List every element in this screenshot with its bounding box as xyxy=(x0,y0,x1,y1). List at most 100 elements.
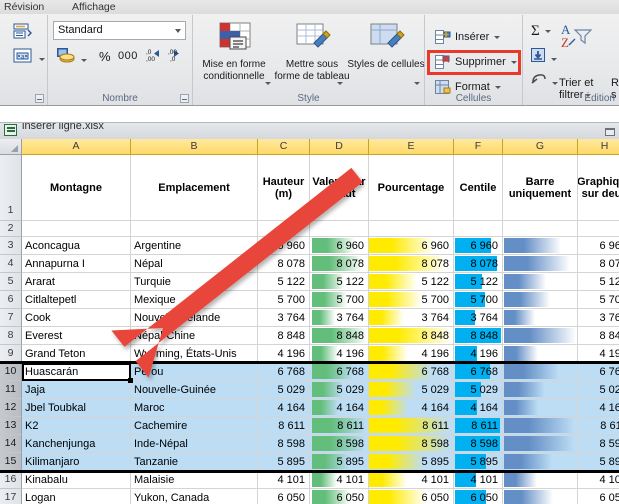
cell-F4[interactable]: 8 078 xyxy=(454,255,503,273)
cell-H2[interactable] xyxy=(578,221,619,237)
cell-G13[interactable] xyxy=(503,417,578,435)
autosum-button[interactable]: Σ xyxy=(531,23,552,40)
cell-H12[interactable]: 4 164 xyxy=(578,399,619,417)
cell-A16[interactable]: Kinabalu xyxy=(22,471,131,489)
number-format-chevron-down-icon[interactable] xyxy=(175,29,181,33)
autosum-chevron-down-icon[interactable] xyxy=(545,30,552,34)
cell-F12[interactable]: 4 164 xyxy=(454,399,503,417)
spreadsheet-grid[interactable]: ABCDEFGHI 123456789101112131415161718 Mo… xyxy=(0,139,619,504)
cell-B2[interactable] xyxy=(131,221,258,237)
cell-A12[interactable]: Jbel Toubkal xyxy=(22,399,131,417)
cell-D15[interactable]: 5 895 xyxy=(310,453,369,471)
row-header-15[interactable]: 15 xyxy=(0,453,22,471)
format-chevron-down-icon[interactable] xyxy=(494,85,501,89)
cell-H10[interactable]: 6 768 xyxy=(578,363,619,381)
row-header-6[interactable]: 6 xyxy=(0,291,22,309)
cell-H14[interactable]: 8 598 xyxy=(578,435,619,453)
row-header-4[interactable]: 4 xyxy=(0,255,22,273)
row-header-8[interactable]: 8 xyxy=(0,327,22,345)
cell-E13[interactable]: 8 611 xyxy=(369,417,454,435)
cell-D3[interactable]: 6 960 xyxy=(310,237,369,255)
cell-G3[interactable] xyxy=(503,237,578,255)
accounting-chevron-down-icon[interactable] xyxy=(81,59,88,63)
cell-F11[interactable]: 5 029 xyxy=(454,381,503,399)
cell-D4[interactable]: 8 078 xyxy=(310,255,369,273)
cell-B17[interactable]: Yukon, Canada xyxy=(131,489,258,504)
comma-style-button[interactable]: 000 xyxy=(118,50,138,62)
cell-C3[interactable]: 6 960 xyxy=(258,237,310,255)
cell-E16[interactable]: 4 101 xyxy=(369,471,454,489)
cell-D16[interactable]: 4 101 xyxy=(310,471,369,489)
cell-C6[interactable]: 5 700 xyxy=(258,291,310,309)
cell-G15[interactable] xyxy=(503,453,578,471)
cell-D17[interactable]: 6 050 xyxy=(310,489,369,504)
row-header-5[interactable]: 5 xyxy=(0,273,22,291)
cell-F17[interactable]: 6 050 xyxy=(454,489,503,504)
cell-C11[interactable]: 5 029 xyxy=(258,381,310,399)
cell-G2[interactable] xyxy=(503,221,578,237)
cell-E10[interactable]: 6 768 xyxy=(369,363,454,381)
insert-button[interactable]: Insérer xyxy=(433,27,517,48)
cell-E5[interactable]: 5 122 xyxy=(369,273,454,291)
cell-A5[interactable]: Ararat xyxy=(22,273,131,291)
cell-F10[interactable]: 6 768 xyxy=(454,363,503,381)
cell-C10[interactable]: 6 768 xyxy=(258,363,310,381)
row-header-14[interactable]: 14 xyxy=(0,435,22,453)
cell-H3[interactable]: 6 960 xyxy=(578,237,619,255)
merge-cells-icon[interactable]: a xyxy=(13,48,46,69)
cell-A6[interactable]: Citlaltepetl xyxy=(22,291,131,309)
cell-A15[interactable]: Kilimanjaro xyxy=(22,453,131,471)
cell-A13[interactable]: K2 xyxy=(22,417,131,435)
cell-G8[interactable] xyxy=(503,327,578,345)
cell-D10[interactable]: 6 768 xyxy=(310,363,369,381)
cell-G11[interactable] xyxy=(503,381,578,399)
cell-H17[interactable]: 6 050 xyxy=(578,489,619,504)
row-header-1[interactable]: 1 xyxy=(0,155,22,221)
cell-B15[interactable]: Tanzanie xyxy=(131,453,258,471)
number-dialog-launcher[interactable] xyxy=(180,94,189,103)
clear-chevron-down-icon[interactable] xyxy=(552,81,559,85)
cell-B6[interactable]: Mexique xyxy=(131,291,258,309)
cell-A4[interactable]: Annapurna I xyxy=(22,255,131,273)
cell-D13[interactable]: 8 611 xyxy=(310,417,369,435)
column-header-F[interactable]: F xyxy=(454,139,503,155)
cell-G7[interactable] xyxy=(503,309,578,327)
cell-E12[interactable]: 4 164 xyxy=(369,399,454,417)
row-header-3[interactable]: 3 xyxy=(0,237,22,255)
cell-F5[interactable]: 5 122 xyxy=(454,273,503,291)
cell-E1[interactable]: Pourcentage xyxy=(369,155,454,221)
cell-F7[interactable]: 3 764 xyxy=(454,309,503,327)
cell-B3[interactable]: Argentine xyxy=(131,237,258,255)
row-header-2[interactable]: 2 xyxy=(0,221,22,237)
cell-B8[interactable]: Népal-Chine xyxy=(131,327,258,345)
cell-G5[interactable] xyxy=(503,273,578,291)
cell-B5[interactable]: Turquie xyxy=(131,273,258,291)
insert-chevron-down-icon[interactable] xyxy=(494,35,501,39)
cell-C13[interactable]: 8 611 xyxy=(258,417,310,435)
cell-B11[interactable]: Nouvelle-Guinée xyxy=(131,381,258,399)
cell-H1[interactable]: Graphique sur deux xyxy=(578,155,619,221)
cell-E11[interactable]: 5 029 xyxy=(369,381,454,399)
accounting-format-button[interactable] xyxy=(56,47,88,67)
cell-G10[interactable] xyxy=(503,363,578,381)
tab-affichage[interactable]: Affichage xyxy=(72,0,116,14)
cell-A14[interactable]: Kanchenjunga xyxy=(22,435,131,453)
increase-decimal-button[interactable]: ,0 ,00 xyxy=(146,47,165,67)
cell-C2[interactable] xyxy=(258,221,310,237)
cell-C17[interactable]: 6 050 xyxy=(258,489,310,504)
cell-G17[interactable] xyxy=(503,489,578,504)
cell-D11[interactable]: 5 029 xyxy=(310,381,369,399)
cell-C12[interactable]: 4 164 xyxy=(258,399,310,417)
cell-F8[interactable]: 8 848 xyxy=(454,327,503,345)
cell-H16[interactable]: 4 101 xyxy=(578,471,619,489)
cell-G14[interactable] xyxy=(503,435,578,453)
cell-E4[interactable]: 8 078 xyxy=(369,255,454,273)
cell-H11[interactable]: 5 029 xyxy=(578,381,619,399)
cell-A7[interactable]: Cook xyxy=(22,309,131,327)
fill-chevron-down-icon[interactable] xyxy=(551,57,558,61)
cell-C15[interactable]: 5 895 xyxy=(258,453,310,471)
cell-E3[interactable]: 6 960 xyxy=(369,237,454,255)
decrease-decimal-button[interactable]: ,00 ,0 xyxy=(168,47,187,67)
conditional-formatting-chevron-down-icon[interactable] xyxy=(265,82,271,85)
cell-H13[interactable]: 8 611 xyxy=(578,417,619,435)
